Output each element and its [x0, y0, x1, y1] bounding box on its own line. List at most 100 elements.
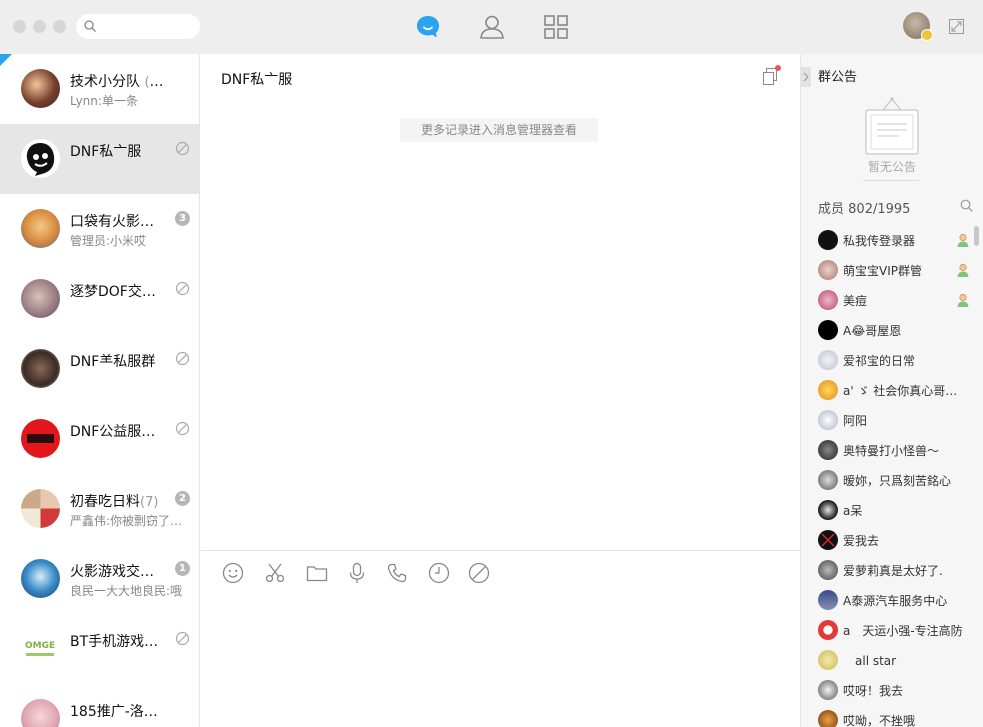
member-item[interactable]: 暧妳，只爲刻苦銘心 — [801, 465, 976, 495]
chat-title: DNF私亠服 — [221, 72, 293, 88]
chat-preview: Lynn:单一条 — [70, 94, 138, 108]
mute-icon — [175, 281, 190, 296]
member-item[interactable]: A泰源汽车服务中心 — [801, 585, 976, 615]
avatar — [21, 349, 60, 388]
no-announcement-text: 暂无公告 — [867, 160, 916, 174]
chat-item-naruto-game[interactable]: 火影游戏交… 良民一大大地良民:哦 1 — [0, 544, 199, 614]
member-item[interactable]: 爱我去 — [801, 525, 976, 555]
admin-icon — [957, 263, 969, 277]
member-item[interactable]: a 天运小强-专注高防 — [801, 615, 976, 645]
window-close-button[interactable] — [13, 20, 26, 33]
chat-name: 火影游戏交… — [70, 564, 154, 580]
chat-name: DNF公益服… — [70, 424, 156, 440]
member-item[interactable]: 美痘 — [801, 285, 976, 315]
apps-tab-icon[interactable] — [542, 13, 570, 41]
avatar — [818, 710, 838, 727]
avatar — [818, 440, 838, 460]
member-name: 爱我去 — [843, 534, 880, 548]
phone-icon[interactable] — [386, 562, 408, 584]
chat-name: 技术小分队 (28) — [70, 74, 168, 90]
member-item[interactable]: 阿阳 — [801, 405, 976, 435]
chat-item-bt-mobile-games[interactable]: OMGE BT手机游戏… — [0, 614, 199, 684]
avatar — [818, 680, 838, 700]
mute-icon — [175, 631, 190, 646]
avatar — [21, 489, 60, 528]
member-item[interactable]: a呆 — [801, 495, 976, 525]
collapse-panel-button[interactable] — [801, 67, 811, 87]
contacts-tab-icon[interactable] — [478, 13, 506, 41]
messages-tab-icon[interactable] — [414, 13, 442, 41]
member-name: 暧妳，只爲刻苦銘心 — [843, 474, 952, 488]
chat-window: DNF私亠服 更多记录进入消息管理器查看 — [201, 54, 800, 727]
avatar — [818, 620, 838, 640]
member-item[interactable]: 哎呀！我去 — [801, 675, 976, 705]
title-bar — [0, 0, 983, 54]
member-item[interactable]: all star — [801, 645, 976, 675]
member-item[interactable]: a' ゞ 社会你真心哥总… — [801, 375, 976, 405]
avatar — [21, 279, 60, 318]
member-name: 美痘 — [843, 294, 868, 308]
avatar — [818, 590, 838, 610]
unread-badge: 2 — [175, 491, 190, 506]
unread-badge: 3 — [175, 211, 190, 226]
chat-name: BT手机游戏… — [70, 634, 159, 650]
user-avatar[interactable] — [903, 12, 933, 41]
search-input[interactable] — [76, 14, 200, 39]
member-name: 爱祁宝的日常 — [843, 354, 916, 368]
member-item[interactable]: 爱祁宝的日常 — [801, 345, 976, 375]
member-search-icon[interactable] — [960, 199, 973, 212]
group-files-button[interactable] — [762, 65, 781, 86]
member-item[interactable]: 爱萝莉真是太好了. — [801, 555, 976, 585]
chat-preview: 管理员:小米哎 — [70, 234, 147, 248]
avatar — [818, 470, 838, 490]
input-divider — [201, 550, 800, 551]
member-item[interactable]: 奥特曼打小怪兽～ — [801, 435, 976, 465]
chat-item-pocket-naruto[interactable]: 口袋有火影… 管理员:小米哎 3 — [0, 194, 199, 264]
window-minimize-button[interactable] — [33, 20, 46, 33]
window-zoom-button[interactable] — [53, 20, 66, 33]
avatar — [818, 410, 838, 430]
member-item[interactable]: 私我传登录器 — [801, 225, 976, 255]
search-icon — [84, 20, 96, 32]
chat-item-dnf-private[interactable]: DNF私亠服 — [0, 124, 199, 194]
member-name: 阿阳 — [843, 414, 868, 428]
status-badge — [921, 29, 933, 41]
chat-item-dof-exchange[interactable]: 逐梦DOF交… — [0, 264, 199, 334]
folder-icon[interactable] — [306, 562, 328, 584]
chat-item-dnf-charity[interactable]: DNF公益服… — [0, 404, 199, 474]
chevron-right-icon — [803, 72, 809, 82]
chat-preview: 良民一大大地良民:哦 — [70, 584, 183, 598]
block-icon[interactable] — [468, 562, 490, 584]
microphone-icon[interactable] — [346, 562, 368, 584]
avatar: OMGE — [21, 629, 60, 668]
chat-item-dnf-group[interactable]: DNF⺷私服群 — [0, 334, 199, 404]
shrink-window-icon[interactable] — [949, 19, 964, 34]
avatar — [818, 320, 838, 340]
unread-badge: 1 — [175, 561, 190, 576]
notice-board-icon — [865, 97, 919, 155]
member-name: 哎呦，不挫哦 — [843, 714, 916, 727]
message-history-link[interactable]: 更多记录进入消息管理器查看 — [400, 118, 598, 142]
member-name: 哎呀！我去 — [843, 684, 904, 698]
member-item[interactable]: A😂哥屋恩 — [801, 315, 976, 345]
avatar — [818, 530, 838, 550]
chat-name: 逐梦DOF交… — [70, 284, 156, 300]
chat-item-early-spring[interactable]: 初春吃日料(7) 严鑫伟:你被剽窃了。… 2 — [0, 474, 199, 544]
member-name: a' ゞ 社会你真心哥总… — [843, 384, 967, 398]
scissors-icon[interactable] — [264, 562, 286, 584]
avatar — [818, 560, 838, 580]
clock-icon[interactable] — [428, 562, 450, 584]
chat-item-tech-team[interactable]: 技术小分队 (28) Lynn:单一条 — [0, 54, 199, 124]
chat-item-promo-185[interactable]: 185推广-洛水(… — [0, 684, 199, 727]
emoji-icon[interactable] — [222, 562, 244, 584]
member-item[interactable]: 萌宝宝VIP群管 — [801, 255, 976, 285]
avatar — [21, 69, 60, 108]
avatar — [21, 419, 60, 458]
avatar — [818, 380, 838, 400]
avatar — [818, 650, 838, 670]
member-item[interactable]: 哎呦，不挫哦 — [801, 705, 976, 727]
copy-icon — [763, 68, 777, 85]
avatar — [21, 139, 60, 178]
avatar — [818, 350, 838, 370]
member-name: A泰源汽车服务中心 — [843, 594, 948, 608]
